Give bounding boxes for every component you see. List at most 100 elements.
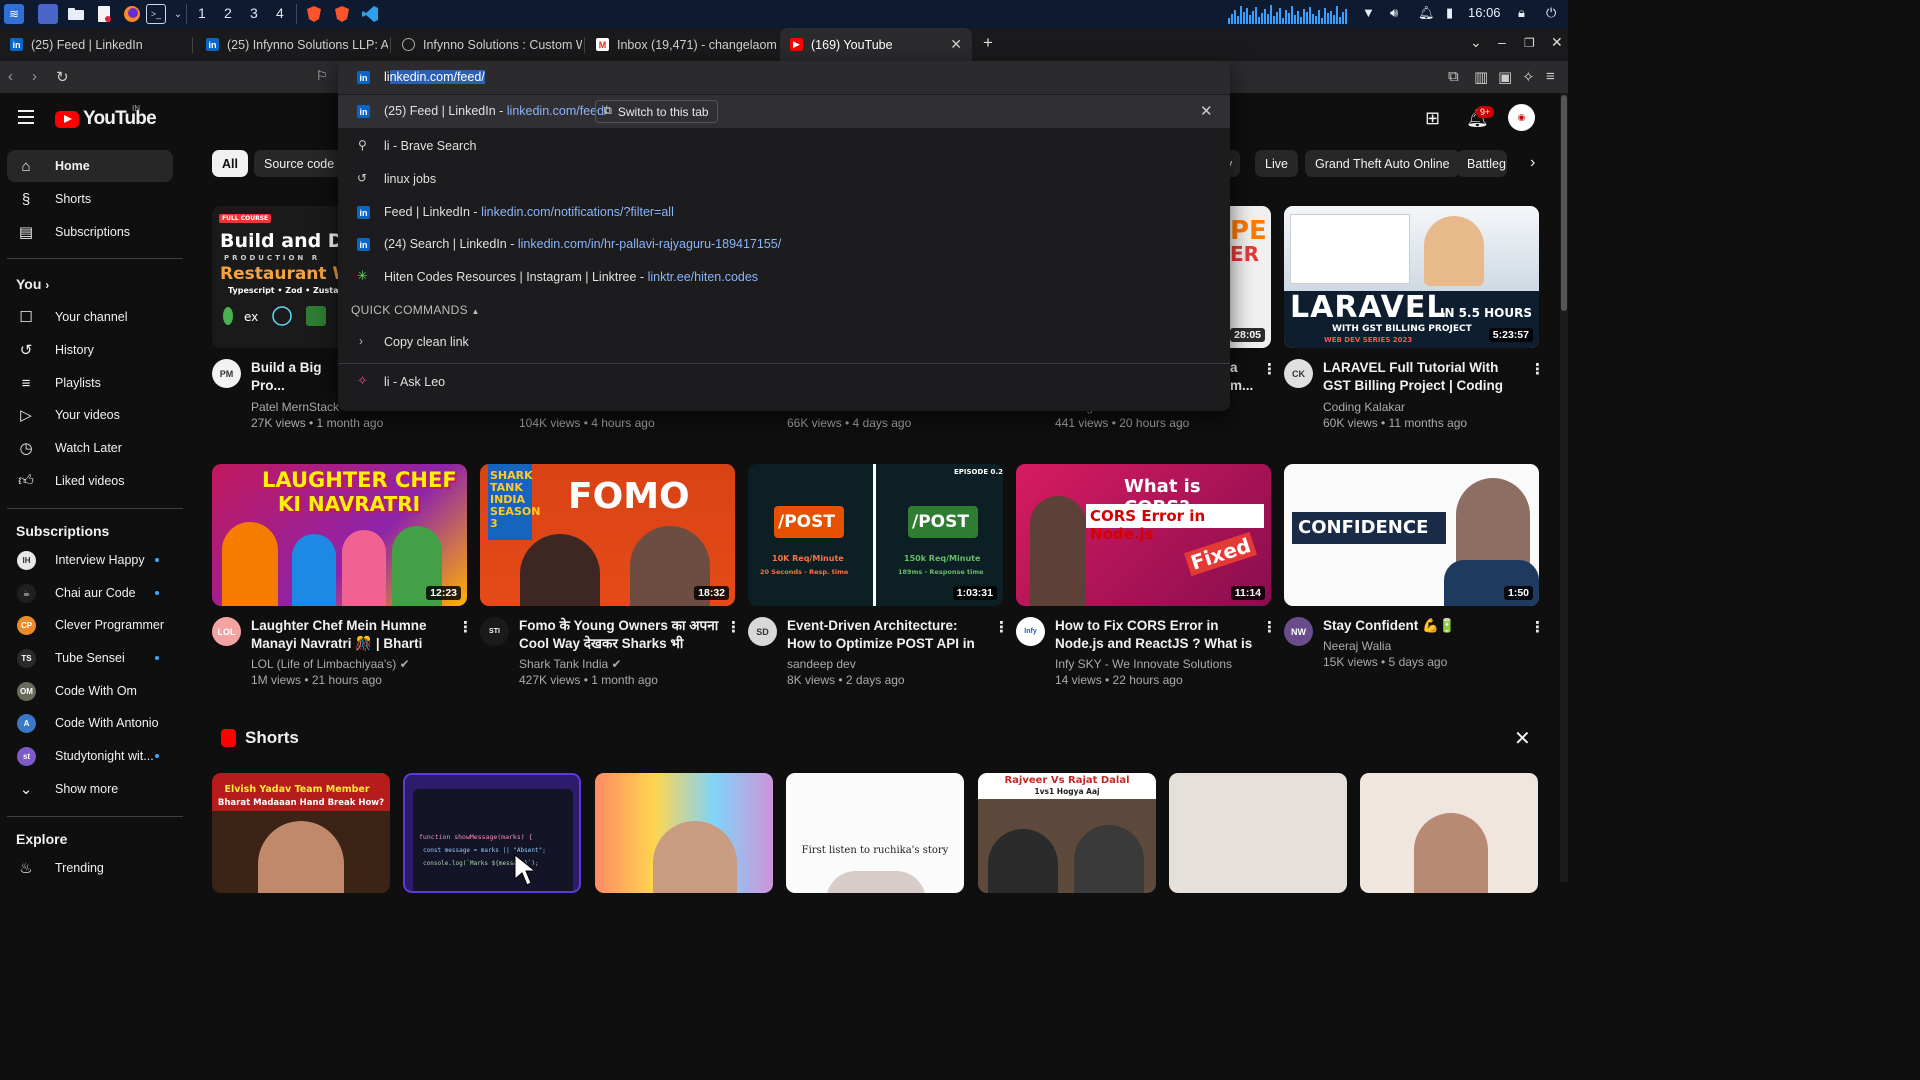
sidebar-item-clever-programmer[interactable]: CP Clever Programmer [7,609,173,641]
sidebar-item-studytonight[interactable]: st Studytonight wit... [7,740,173,772]
video-thumbnail[interactable]: LARAVEL IN 5.5 HOURS WITH GST BILLING PR… [1284,206,1539,348]
terminal-icon[interactable]: >_ [146,4,166,24]
channel-avatar[interactable]: STI [480,617,509,646]
folder-icon[interactable] [66,4,86,24]
battery-icon[interactable]: ▮ [1446,5,1453,21]
sidebar-item-your-channel[interactable]: ☐ Your channel [7,301,173,333]
workspace-2[interactable]: 2 [224,5,232,21]
video-title[interactable]: a m... [1230,359,1260,395]
bookmark-icon[interactable]: ⚐ [316,68,328,84]
app-launcher-icon[interactable]: ≋ [4,4,24,24]
more-options-icon[interactable]: ⋮ [726,618,741,636]
channel-name[interactable]: LOL (Life of Limbachiyaa's) ✔ [251,656,410,672]
suggestion-ask-leo[interactable]: ✧ li - Ask Leo [338,366,1230,399]
suggestion-brave-search[interactable]: ⚲ li - Brave Search [338,130,1230,163]
switch-to-tab-button[interactable]: ⧉ Switch to this tab [595,100,718,123]
sidebar-item-tube-sensei[interactable]: TS Tube Sensei [7,642,173,674]
workspace-3[interactable]: 3 [250,5,258,21]
firefox-icon[interactable] [122,4,142,24]
sidebar-icon[interactable]: ▥ [1474,68,1488,86]
channel-name[interactable]: sandeep dev [787,656,856,672]
desktop-icon[interactable] [38,4,58,24]
more-options-icon[interactable]: ⋮ [994,618,1009,636]
short-card[interactable]: Elvish Yadav Team Member Bharat Madaaan … [212,773,390,893]
video-title[interactable]: How to Fix CORS Error in Node.js and Rea… [1055,617,1255,653]
video-title[interactable]: Laughter Chef Mein Humne Manayi Navratri… [251,617,451,653]
tab-linkedin-infynno[interactable]: in (25) Infynno Solutions LLP: A [196,28,388,61]
channel-avatar[interactable]: LOL [212,617,241,646]
chevron-right-icon[interactable]: › [1530,154,1535,172]
forward-icon[interactable]: › [32,68,37,85]
sidebar-item-chai-aur-code[interactable]: ☕ Chai aur Code [7,577,173,609]
sidebar-you-heading[interactable]: You › [16,276,49,292]
video-thumbnail[interactable]: EPISODE 0.2 /POST /POST 10K Req/Minute 2… [748,464,1003,606]
bell-icon[interactable]: 🔔︎ [1418,5,1435,21]
channel-avatar[interactable]: SD [748,617,777,646]
sidebar-item-your-videos[interactable]: ▷ Your videos [7,399,173,431]
sidebar-item-code-with-antonio[interactable]: A Code With Antonio [7,707,173,739]
video-title[interactable]: Build a Big Pro... Restaurant Wel... [251,359,341,395]
more-options-icon[interactable]: ⋮ [458,618,473,636]
remove-suggestion-icon[interactable]: ✕ [1200,102,1213,120]
channel-name[interactable]: Infy SKY - We Innovate Solutions [1055,656,1232,672]
scrollbar-thumb[interactable] [1561,95,1567,311]
video-thumbnail[interactable]: What is CORS? CORS Error in Node.js Fixe… [1016,464,1271,606]
workspace-4[interactable]: 4 [276,5,284,21]
channel-name[interactable]: Neeraj Walia [1323,638,1391,654]
volume-icon[interactable]: 🔊︎ [1390,5,1398,21]
suggestion-linkedin-feed[interactable]: in (25) Feed | LinkedIn - linkedin.com/f… [338,95,1230,128]
channel-name[interactable]: Shark Tank India ✔ [519,656,622,672]
video-title[interactable]: Fomo के Young Owners का अपना Cool Way दे… [519,617,719,653]
create-video-icon[interactable]: ⊞ [1425,108,1440,129]
channel-name[interactable]: Patel MernStack [251,399,339,415]
chip-live[interactable]: Live [1255,150,1298,177]
video-title[interactable]: LARAVEL Full Tutorial With GST Billing P… [1323,359,1523,395]
suggestion-linkedin-notifications[interactable]: in Feed | LinkedIn - linkedin.com/notifi… [338,196,1230,229]
sidebar-item-code-with-om[interactable]: OM Code With Om [7,675,173,707]
maximize-icon[interactable]: ❐ [1524,36,1535,50]
sidebar-item-subscriptions[interactable]: ▤ Subscriptions [7,216,173,248]
sidebar-item-liked-videos[interactable]: 👍︎ Liked videos [7,465,173,497]
video-title[interactable]: Event-Driven Architecture: How to Optimi… [787,617,987,653]
sidebar-item-playlists[interactable]: ≡ Playlists [7,367,173,399]
chip-battlegrounds[interactable]: Battleg [1457,150,1507,177]
sidebar-item-history[interactable]: ↺ History [7,334,173,366]
power-icon[interactable]: ⏻ [1546,5,1556,21]
page-scrollbar[interactable] [1560,93,1568,882]
sidebar-item-home[interactable]: ⌂ Home [7,150,173,182]
chip-source-code[interactable]: Source code [254,150,345,177]
video-title[interactable]: Stay Confident 💪🔋 [1323,617,1523,635]
sidebar-show-more[interactable]: ⌄ Show more [7,773,173,805]
close-icon[interactable]: ✕ [1514,726,1531,751]
more-options-icon[interactable]: ⋮ [1530,360,1545,378]
tab-linkedin-feed[interactable]: in (25) Feed | LinkedIn [0,28,192,61]
brave-icon[interactable] [304,4,324,24]
short-card[interactable] [1169,773,1347,893]
channel-avatar[interactable]: PM [212,359,241,388]
short-card[interactable]: Rajveer Vs Rajat Dalal 1vs1 Hogya Aaj [978,773,1156,893]
close-icon[interactable]: ✕ [950,36,962,53]
short-card[interactable] [595,773,773,893]
channel-name[interactable]: Coding Kalakar [1323,399,1405,415]
extensions-icon[interactable]: ⧉ [1448,68,1459,85]
youtube-logo[interactable]: YouTube [55,108,157,130]
minimize-icon[interactable]: – [1498,34,1506,50]
video-thumbnail[interactable]: SHARK TANK INDIA SEASON 3 FOMO 18:32 [480,464,735,606]
sidebar-item-trending[interactable]: ♨ Trending [7,852,173,884]
chip-all[interactable]: All [212,150,248,177]
sidebar-item-shorts[interactable]: § Shorts [7,183,173,215]
suggestion-linux-jobs[interactable]: ↺ linux jobs [338,163,1230,196]
video-thumbnail[interactable]: LAUGHTER CHEF KI NAVRATRI 12:23 [212,464,467,606]
video-thumbnail[interactable]: CONFIDENCE 1:50 [1284,464,1539,606]
short-card[interactable]: First listen to ruchika's story [786,773,964,893]
wifi-icon[interactable]: ▼ [1362,5,1375,20]
menu-icon[interactable]: ≡ [1546,68,1555,85]
channel-avatar[interactable]: NW [1284,617,1313,646]
sidebar-item-watch-later[interactable]: ◷ Watch Later [7,432,173,464]
tab-gmail[interactable]: M Inbox (19,471) - changelaom [586,28,778,61]
tab-infynno-site[interactable]: Infynno Solutions : Custom W [392,28,582,61]
back-icon[interactable]: ‹ [8,68,13,85]
suggestion-linktree[interactable]: ✳ Hiten Codes Resources | Instagram | Li… [338,261,1230,294]
more-options-icon[interactable]: ⋮ [1262,618,1277,636]
hamburger-menu-icon[interactable] [18,110,34,124]
